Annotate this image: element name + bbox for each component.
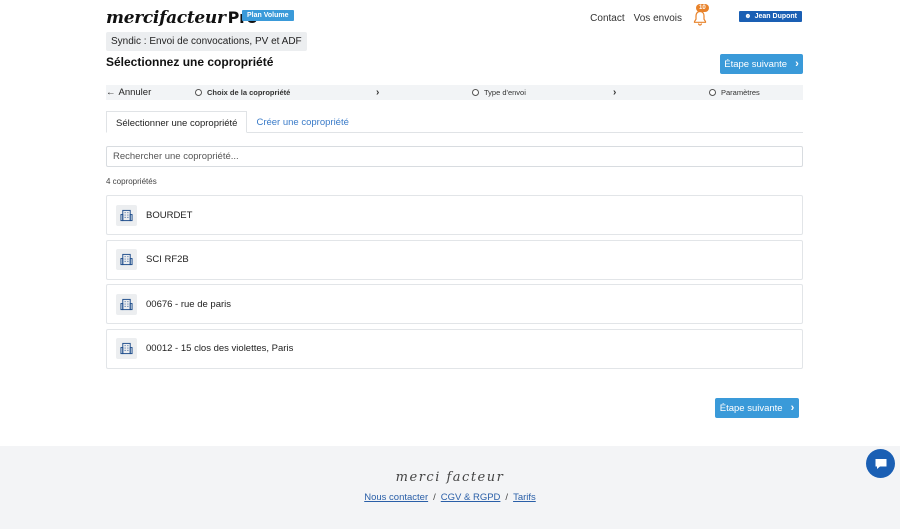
chevron-right-icon: › xyxy=(613,87,617,98)
list-item[interactable]: 00676 - rue de paris xyxy=(106,284,803,324)
building-icon xyxy=(116,204,137,226)
tab-create-copropriete[interactable]: Créer une copropriété xyxy=(247,111,357,132)
list-item[interactable]: 00012 - 15 clos des violettes, Paris xyxy=(106,328,803,369)
step-label: Type d'envoi xyxy=(484,88,526,97)
contact-link[interactable]: Contact xyxy=(590,13,624,24)
footer: merci facteur Nous contacter / CGV & RGPD /… xyxy=(0,446,900,529)
step-circle-icon xyxy=(195,89,202,96)
step-circle-icon xyxy=(472,89,479,96)
user-menu-button[interactable]: ☻ Jean Dupont xyxy=(739,11,802,22)
step-circle-icon xyxy=(709,89,716,96)
logo-text: mercifacteurPro xyxy=(106,8,258,28)
chat-button[interactable] xyxy=(866,449,895,478)
document-type-label: Syndic : Envoi de convocations, PV et AD… xyxy=(106,32,307,51)
envois-link[interactable]: Vos envois xyxy=(634,13,682,24)
search-input[interactable] xyxy=(106,146,803,167)
cancel-link[interactable]: ← Annuler xyxy=(106,87,198,98)
tab-select-copropriete[interactable]: Sélectionner une copropriété xyxy=(106,111,248,133)
top-nav: Contact Vos envois 10 xyxy=(590,4,709,26)
step-label: Choix de la copropriété xyxy=(207,88,291,97)
arrow-left-icon: ← xyxy=(106,87,116,98)
next-step-label: Étape suivante xyxy=(724,58,788,70)
copropriete-name: SCI RF2B xyxy=(146,254,189,265)
footer-tarifs-link[interactable]: Tarifs xyxy=(513,492,536,503)
cancel-label: Annuler xyxy=(118,87,152,98)
copropriete-name: 00676 - rue de paris xyxy=(146,298,232,310)
copropriete-list: BOURDET SCI RF2B 00676 - rue de paris 00… xyxy=(106,195,803,373)
footer-logo: merci facteur xyxy=(395,470,505,485)
chevron-right-icon: › xyxy=(376,87,380,98)
next-step-label: Étape suivante xyxy=(719,402,783,414)
page-title: Sélectionnez une copropriété xyxy=(106,55,274,69)
next-step-button-top[interactable]: Étape suivante › xyxy=(720,54,803,74)
footer-separator: / xyxy=(433,492,436,503)
step-parametres: Paramètres xyxy=(709,88,760,97)
user-name: Jean Dupont xyxy=(754,13,797,20)
chat-icon xyxy=(875,458,886,469)
list-item[interactable]: SCI RF2B xyxy=(106,239,803,280)
notification-count-badge: 10 xyxy=(696,4,709,12)
footer-separator: / xyxy=(505,492,509,503)
notifications-button[interactable]: 10 xyxy=(692,4,709,26)
step-choix-copropriete: Choix de la copropriété xyxy=(195,88,290,97)
chevron-right-icon: › xyxy=(790,402,795,414)
step-type-envoi: Type d'envoi xyxy=(472,88,526,97)
next-step-button-bottom[interactable]: Étape suivante › xyxy=(715,398,799,418)
progress-stepper: ← Annuler Choix de la copropriété › Type… xyxy=(106,85,803,100)
bell-icon xyxy=(693,10,707,26)
building-icon xyxy=(116,293,137,315)
footer-cgv-link[interactable]: CGV & RGPD xyxy=(441,492,501,503)
app-logo[interactable]: mercifacteurPro xyxy=(106,8,258,28)
list-item[interactable]: BOURDET xyxy=(106,195,803,235)
building-icon xyxy=(116,338,137,359)
step-label: Paramètres xyxy=(721,88,760,97)
chevron-right-icon: › xyxy=(795,58,799,70)
plan-badge: Plan Volume xyxy=(242,10,294,21)
tab-bar: Sélectionner une copropriété Créer une c… xyxy=(106,111,803,133)
building-icon xyxy=(116,249,137,270)
copropriete-count: 4 copropriétés xyxy=(106,177,157,186)
copropriete-name: 00012 - 15 clos des violettes, Paris xyxy=(146,343,294,354)
user-icon: ☻ xyxy=(744,13,752,20)
footer-contact-link[interactable]: Nous contacter xyxy=(364,492,428,503)
copropriete-name: BOURDET xyxy=(146,209,193,221)
footer-links: Nous contacter / CGV & RGPD / Tarifs xyxy=(0,492,900,503)
